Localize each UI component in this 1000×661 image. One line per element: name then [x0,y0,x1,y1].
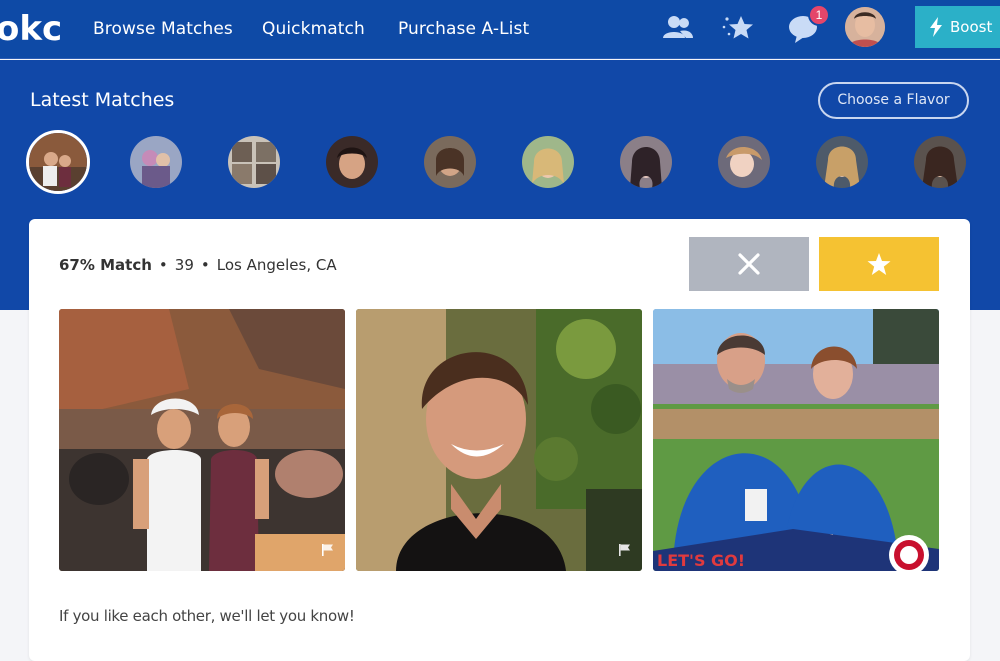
photo-image [59,309,345,571]
nav-quickmatch[interactable]: Quickmatch [262,19,365,39]
profile-location: Los Angeles, CA [216,256,337,274]
match-thumbnail[interactable] [522,136,574,188]
mutual-like-notice: If you like each other, we'll let you kn… [59,607,355,625]
pass-button[interactable] [689,237,809,291]
nav-purchase-alist[interactable]: Purchase A-List [398,19,529,39]
close-icon [738,253,760,275]
match-thumbnail[interactable] [914,136,966,188]
thumbnail-image [718,136,770,188]
thumbnail-image [29,133,87,191]
thumbnail-image [620,136,672,188]
choose-flavor-button[interactable]: Choose a Flavor [818,82,969,119]
flag-icon[interactable] [321,543,335,557]
match-thumbnail[interactable] [130,136,182,188]
match-thumbnail[interactable] [326,136,378,188]
profile-photo-1[interactable] [59,309,345,571]
like-button[interactable] [819,237,939,291]
star-icon [867,253,891,275]
match-thumbnail[interactable] [26,130,90,194]
okc-logo[interactable]: okc [0,6,62,50]
match-thumbnail[interactable] [424,136,476,188]
stars-icon[interactable] [720,10,756,46]
thumbnail-image [130,136,182,188]
profile-photo-3[interactable]: LET'S GO! [653,309,939,571]
separator-dot: • [158,256,168,274]
photo-image: LET'S GO! [653,309,939,571]
flag-icon[interactable] [618,543,632,557]
thumbnail-image [816,136,868,188]
lightning-icon [930,17,942,37]
thumbnail-image [228,136,280,188]
top-navigation: okc Browse Matches Quickmatch Purchase A… [0,0,1000,59]
thumbnail-image [522,136,574,188]
user-avatar[interactable] [845,7,885,47]
profile-age: 39 [174,256,194,274]
photo-image [356,309,642,571]
user-avatar-image [845,7,885,47]
thumbnail-image [424,136,476,188]
profile-photo-2[interactable] [356,309,642,571]
boost-button[interactable]: Boost [915,6,1000,48]
boost-label: Boost [950,18,993,36]
logo-text: okc [0,9,62,49]
separator-dot: • [200,256,210,274]
photo-caption: LET'S GO! [657,551,745,570]
match-thumbnail[interactable] [718,136,770,188]
match-thumbnail[interactable] [620,136,672,188]
nav-browse-matches[interactable]: Browse Matches [93,19,233,39]
match-thumbnail[interactable] [816,136,868,188]
latest-matches-title: Latest Matches [30,89,175,111]
match-percentage: 67% Match [59,256,152,274]
thumbnail-image [326,136,378,188]
thumbnail-image [914,136,966,188]
people-icon[interactable] [660,10,696,46]
profile-summary: 67% Match • 39 • Los Angeles, CA [59,256,337,274]
match-thumbnail[interactable] [228,136,280,188]
message-count-badge: 1 [808,4,830,26]
